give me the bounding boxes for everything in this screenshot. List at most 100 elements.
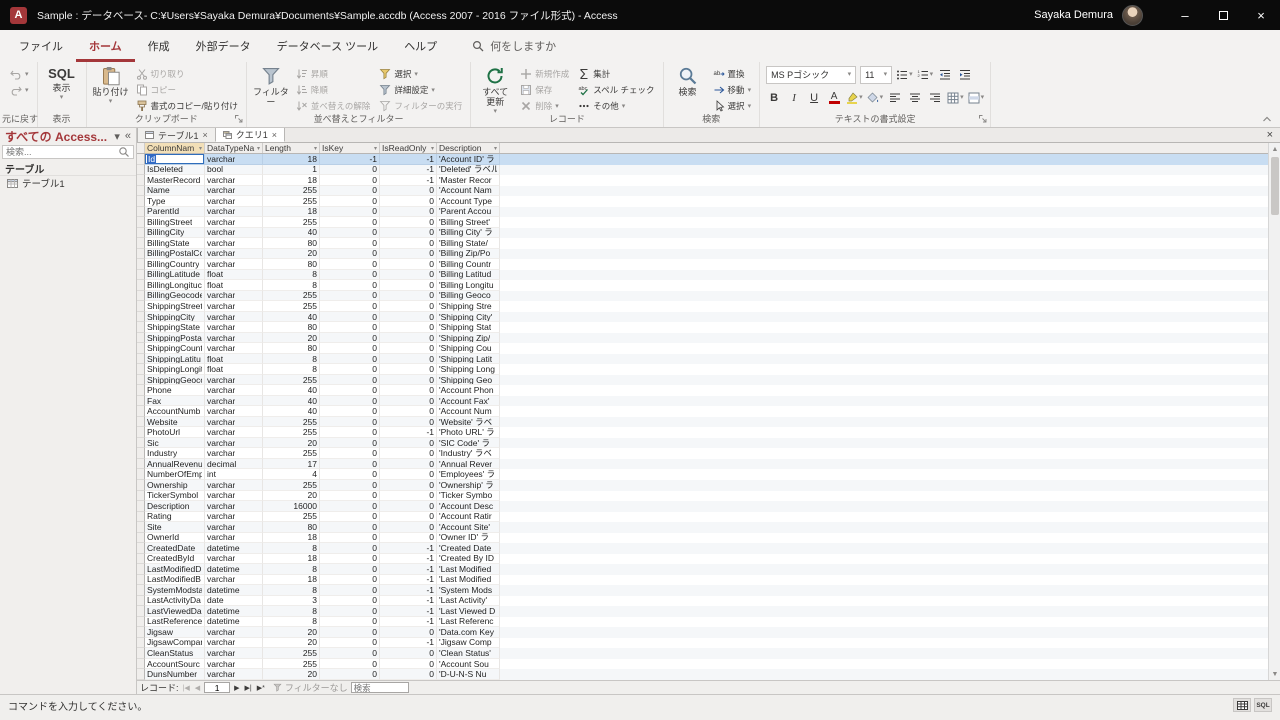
- table-row[interactable]: BillingCountry varchar 80 0 0 'Billing C…: [137, 259, 1268, 270]
- avatar[interactable]: [1122, 5, 1143, 26]
- cell-iskey[interactable]: 0: [320, 333, 380, 344]
- font-color-button[interactable]: A: [826, 90, 842, 106]
- table-row[interactable]: Description varchar 16000 0 0 'Account D…: [137, 501, 1268, 512]
- cell-columnname[interactable]: Industry: [145, 448, 205, 459]
- column-dropdown-icon[interactable]: ▾: [494, 145, 497, 152]
- cell-iskey[interactable]: 0: [320, 406, 380, 417]
- cell-length[interactable]: 40: [263, 406, 320, 417]
- row-selector[interactable]: [137, 427, 145, 438]
- spelling-button[interactable]: abc スペル チェック: [576, 83, 656, 97]
- cell-columnname[interactable]: AccountNumb: [145, 406, 205, 417]
- close-tab-icon[interactable]: ×: [272, 130, 277, 140]
- cell-isreadonly[interactable]: 0: [380, 448, 437, 459]
- cell-datatypename[interactable]: float: [205, 280, 263, 291]
- table-row[interactable]: CleanStatus varchar 255 0 0 'Clean Statu…: [137, 648, 1268, 659]
- column-dropdown-icon[interactable]: ▾: [374, 145, 377, 152]
- table-row[interactable]: ShippingPosta varchar 20 0 0 'Shipping Z…: [137, 333, 1268, 344]
- cell-isreadonly[interactable]: 0: [380, 491, 437, 502]
- row-selector[interactable]: [137, 196, 145, 207]
- cell-iskey[interactable]: 0: [320, 648, 380, 659]
- cell-isreadonly[interactable]: 0: [380, 480, 437, 491]
- row-selector[interactable]: [137, 165, 145, 176]
- row-selector[interactable]: [137, 207, 145, 218]
- cell-iskey[interactable]: 0: [320, 427, 380, 438]
- highlight-button[interactable]: ▾: [846, 90, 863, 106]
- cell-iskey[interactable]: 0: [320, 364, 380, 375]
- cell-iskey[interactable]: 0: [320, 385, 380, 396]
- tab-external-data[interactable]: 外部データ: [183, 30, 264, 62]
- cell-datatypename[interactable]: varchar: [205, 154, 263, 165]
- bold-button[interactable]: B: [766, 90, 782, 106]
- table-row[interactable]: BillingPostalCo varchar 20 0 0 'Billing …: [137, 249, 1268, 260]
- cell-columnname[interactable]: BillingLatitude: [145, 270, 205, 281]
- cell-iskey[interactable]: 0: [320, 501, 380, 512]
- cell-iskey[interactable]: 0: [320, 270, 380, 281]
- cell-iskey[interactable]: 0: [320, 659, 380, 670]
- table-row[interactable]: BillingLongituc float 8 0 0 'Billing Lon…: [137, 280, 1268, 291]
- cell-iskey[interactable]: 0: [320, 596, 380, 607]
- cell-isreadonly[interactable]: 0: [380, 196, 437, 207]
- cell-iskey[interactable]: 0: [320, 564, 380, 575]
- cell-isreadonly[interactable]: -1: [380, 165, 437, 176]
- nav-pane-title-row[interactable]: すべての Access... ▾ «: [0, 128, 136, 144]
- cell-columnname[interactable]: BillingCity: [145, 228, 205, 239]
- cell-isreadonly[interactable]: 0: [380, 417, 437, 428]
- cell-length[interactable]: 20: [263, 627, 320, 638]
- table-row[interactable]: LastReference datetime 8 0 -1 'Last Refe…: [137, 617, 1268, 628]
- cell-description[interactable]: 'Photo URL' ラ: [437, 427, 500, 438]
- cell-isreadonly[interactable]: 0: [380, 259, 437, 270]
- cell-length[interactable]: 18: [263, 175, 320, 186]
- cell-columnname[interactable]: Name: [145, 186, 205, 197]
- cell-description[interactable]: 'Shipping Stre: [437, 301, 500, 312]
- format-painter-button[interactable]: 書式のコピー/貼り付け: [134, 99, 240, 113]
- cell-datatypename[interactable]: varchar: [205, 249, 263, 260]
- cell-description[interactable]: 'Billing Latitud: [437, 270, 500, 281]
- cell-iskey[interactable]: 0: [320, 228, 380, 239]
- next-record-button[interactable]: ▶: [233, 684, 240, 692]
- cell-datatypename[interactable]: datetime: [205, 564, 263, 575]
- table-row[interactable]: Website varchar 255 0 0 'Website' ラベ: [137, 417, 1268, 428]
- row-selector[interactable]: [137, 438, 145, 449]
- cell-isreadonly[interactable]: -1: [380, 606, 437, 617]
- cell-length[interactable]: 255: [263, 648, 320, 659]
- cell-description[interactable]: 'Created By ID: [437, 554, 500, 565]
- row-selector[interactable]: [137, 638, 145, 649]
- cell-isreadonly[interactable]: -1: [380, 617, 437, 628]
- cell-columnname[interactable]: AccountSourc: [145, 659, 205, 670]
- cell-description[interactable]: 'Billing Longitu: [437, 280, 500, 291]
- cell-datatypename[interactable]: float: [205, 354, 263, 365]
- row-selector[interactable]: [137, 554, 145, 565]
- cell-datatypename[interactable]: varchar: [205, 575, 263, 586]
- cell-description[interactable]: 'Account Num: [437, 406, 500, 417]
- table-row[interactable]: ParentId varchar 18 0 0 'Parent Accou: [137, 207, 1268, 218]
- table-row[interactable]: BillingStreet varchar 255 0 0 'Billing S…: [137, 217, 1268, 228]
- cell-datatypename[interactable]: varchar: [205, 217, 263, 228]
- cell-length[interactable]: 18: [263, 533, 320, 544]
- cell-datatypename[interactable]: varchar: [205, 501, 263, 512]
- close-button[interactable]: ×: [1242, 0, 1280, 30]
- column-header-isreadonly[interactable]: IsReadOnly▾: [380, 143, 437, 153]
- row-selector[interactable]: [137, 259, 145, 270]
- cell-description[interactable]: 'Billing Street': [437, 217, 500, 228]
- fill-color-button[interactable]: ▾: [867, 90, 884, 106]
- cell-length[interactable]: 8: [263, 280, 320, 291]
- tab-create[interactable]: 作成: [135, 30, 183, 62]
- cell-isreadonly[interactable]: -1: [380, 427, 437, 438]
- row-selector[interactable]: [137, 491, 145, 502]
- sql-view-button[interactable]: SQL: [1254, 698, 1272, 712]
- scroll-up-icon[interactable]: ▲: [1269, 143, 1280, 155]
- cell-isreadonly[interactable]: 0: [380, 217, 437, 228]
- cell-isreadonly[interactable]: 0: [380, 669, 437, 680]
- cell-columnname[interactable]: BillingCountry: [145, 259, 205, 270]
- cell-description[interactable]: 'Website' ラベ: [437, 417, 500, 428]
- close-object-button[interactable]: ×: [1260, 128, 1280, 142]
- tab-home[interactable]: ホーム: [76, 30, 135, 62]
- cell-length[interactable]: 255: [263, 512, 320, 523]
- cell-isreadonly[interactable]: 0: [380, 270, 437, 281]
- cell-isreadonly[interactable]: 0: [380, 207, 437, 218]
- refresh-all-button[interactable]: すべて 更新 ▾: [477, 65, 513, 115]
- cell-isreadonly[interactable]: 0: [380, 375, 437, 386]
- redo-button[interactable]: ▾: [8, 83, 31, 97]
- cell-description[interactable]: 'SIC Code' ラ: [437, 438, 500, 449]
- cell-columnname[interactable]: LastViewedDa: [145, 606, 205, 617]
